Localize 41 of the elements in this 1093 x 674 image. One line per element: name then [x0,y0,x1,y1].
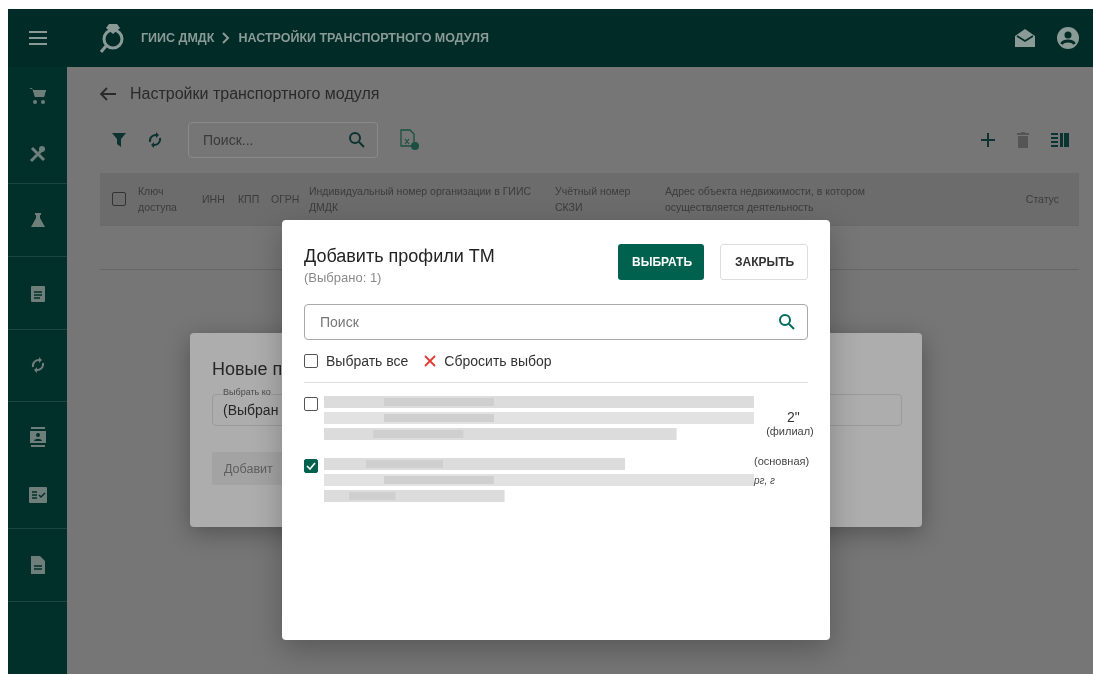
back-arrow-icon[interactable] [100,87,116,101]
reset-selection-link[interactable]: Сбросить выбор [444,353,552,369]
refresh-icon[interactable] [148,131,162,149]
search-icon[interactable] [779,314,795,330]
item-checkbox[interactable] [304,397,318,411]
search-icon[interactable] [349,132,365,148]
select-all-checkbox[interactable] [304,354,318,368]
contact-card-icon[interactable] [29,427,46,448]
columns-icon[interactable] [1051,133,1069,147]
add-icon[interactable] [981,133,995,147]
page-title: Настройки транспортного модуля [130,85,380,103]
mail-icon[interactable] [1015,29,1035,47]
breadcrumb-link[interactable]: ГИИС ДМДК [141,31,215,45]
excel-export-icon[interactable] [400,129,420,151]
item-note: (филиал) [766,425,814,437]
tools-icon[interactable] [28,145,47,163]
select-all-checkbox[interactable] [112,192,126,206]
item-checkbox[interactable] [304,459,318,473]
item-note: (основная) [754,455,810,467]
checklist-icon[interactable] [28,487,47,504]
cart-icon[interactable] [28,87,47,105]
document-icon[interactable] [30,556,45,575]
close-icon[interactable] [424,355,437,367]
dialog-title: Новые п [212,359,283,380]
menu-icon[interactable] [28,31,47,45]
selected-count: (Выбрано: 1) [304,270,383,285]
filter-icon[interactable] [112,133,126,147]
clipboard-icon[interactable] [30,283,45,302]
breadcrumb-current: НАСТРОЙКИ ТРАНСПОРТНОГО МОДУЛЯ [238,31,489,45]
select-all-label[interactable]: Выбрать все [326,353,409,369]
item-note: рг, г [754,475,775,486]
select-button[interactable]: ВЫБРАТЬ [618,244,704,280]
search-field[interactable]: Поиск... [188,122,378,158]
close-button[interactable]: ЗАКРЫТЬ [720,244,808,280]
item-note: 2" [786,408,801,425]
search-field[interactable]: Поиск [304,304,808,340]
sync-icon[interactable] [30,356,45,375]
modal-title: Добавить профили ТМ [304,246,496,267]
flask-icon[interactable] [30,212,45,227]
chevron-icon [222,32,231,44]
account-icon[interactable] [1057,27,1079,49]
